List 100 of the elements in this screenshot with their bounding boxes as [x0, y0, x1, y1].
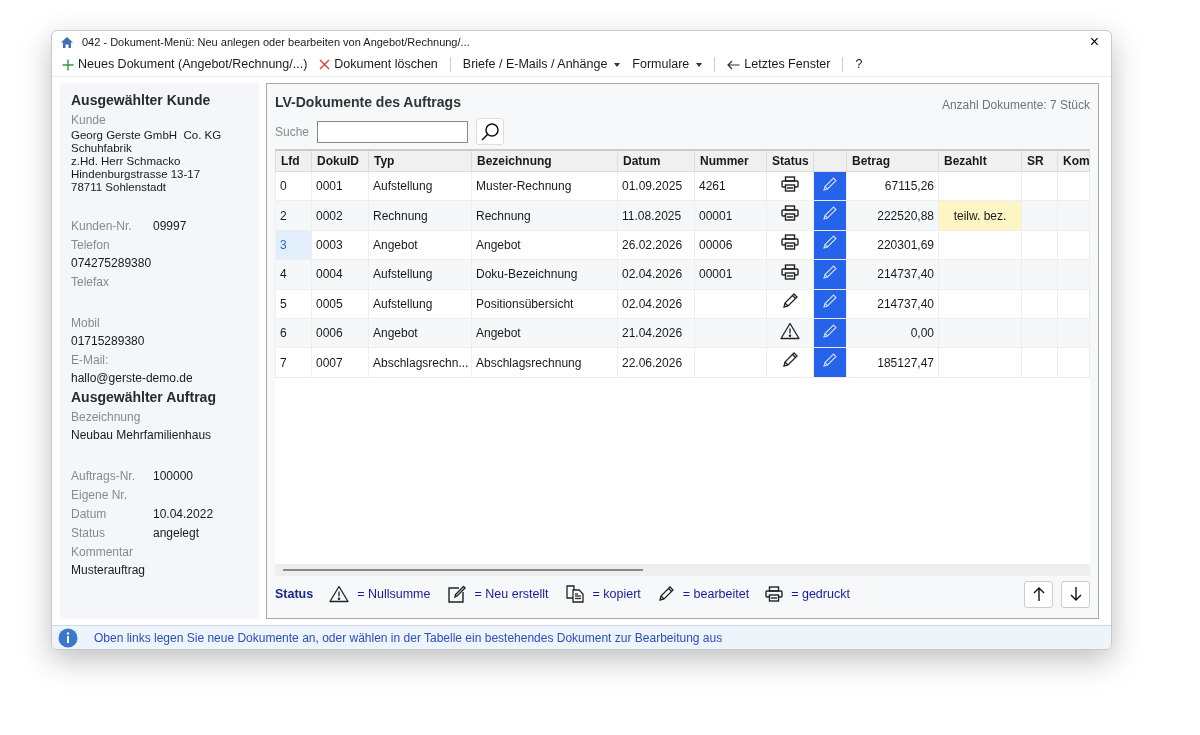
field-label: Status — [71, 525, 107, 542]
column-header: Lfd — [275, 150, 312, 172]
table-cell[interactable]: 4 — [275, 259, 312, 290]
table-cell: Aufstellung — [368, 289, 472, 319]
field-value: angelegt — [153, 525, 200, 542]
field-label: Mobil — [71, 315, 101, 332]
column-header: Bezahlt — [938, 150, 1022, 172]
table-cell: 02.04.2026 — [617, 259, 695, 290]
plus-icon — [62, 58, 74, 71]
table-cell: 0006 — [311, 318, 369, 348]
table-cell: 67115,26 — [846, 171, 939, 201]
table-cell[interactable]: 3 — [275, 230, 312, 260]
section-heading: Ausgewählter Auftrag — [71, 388, 217, 406]
toolbar-button[interactable]: Formulare — [626, 53, 709, 76]
table-cell: Doku-Bezeichnung — [471, 259, 618, 290]
toolbar-button[interactable]: Neues Dokument (Angebot/Rechnung/...) — [56, 53, 314, 76]
table-cell: 214737,40 — [846, 289, 939, 319]
column-header: Kom — [1057, 150, 1090, 172]
table-cell: Angebot — [471, 318, 618, 348]
column-header: Bezeichnung — [471, 150, 618, 172]
table-cell: 185127,47 — [846, 347, 939, 378]
printer-icon — [781, 234, 799, 251]
printer-icon — [765, 586, 784, 602]
table-cell: 02.04.2026 — [617, 289, 695, 319]
down-arrow-button[interactable] — [1061, 580, 1090, 608]
field-value: 100000 — [153, 468, 194, 485]
pencil-icon — [822, 322, 838, 339]
up-arrow-button[interactable] — [1024, 580, 1053, 608]
table-cell: 22.06.2026 — [617, 347, 695, 378]
warning-icon — [329, 585, 350, 603]
table-cell: 21.04.2026 — [617, 318, 695, 348]
pencil-icon — [822, 352, 838, 369]
table-cell: 11.08.2025 — [617, 200, 695, 231]
pencil-icon — [822, 293, 838, 310]
pencil-icon — [781, 351, 799, 370]
close-button[interactable]: × — [1085, 34, 1103, 50]
legend-label: = gedruckt — [791, 585, 850, 603]
search-field[interactable] — [317, 120, 469, 143]
table-cell: 0,00 — [846, 318, 939, 348]
status-message: Oben links legen Sie neue Dokumente an, oder wählen in der Tabelle ein bestehendes Dokument zur Bearbeitung aus — [94, 629, 723, 647]
table-cell: 0005 — [311, 289, 369, 319]
legend-label: = Nullsumme — [357, 585, 431, 603]
column-header: SR — [1021, 150, 1058, 172]
column-header: Status — [766, 150, 814, 172]
printer-icon — [781, 205, 799, 222]
new-document-icon — [446, 584, 467, 604]
legend-title: Status — [275, 585, 314, 603]
search-label: Suche — [275, 123, 310, 141]
field-value: 01715289380 — [71, 333, 146, 350]
toolbar-button[interactable]: Briefe / E-Mails / Anhänge — [456, 53, 627, 76]
field-value: hallo@gerste-demo.de — [71, 370, 194, 387]
field-label: Telefon — [71, 237, 111, 254]
field-label: Bezeichnung — [71, 409, 142, 426]
pencil-icon — [781, 292, 799, 311]
legend-label: = bearbeitet — [682, 585, 750, 603]
panel-title: LV-Dokumente des Auftrags — [275, 93, 461, 112]
table-cell[interactable]: 7 — [275, 347, 312, 378]
table-cell: Muster-Rechnung — [471, 171, 618, 201]
printer-icon — [781, 263, 799, 280]
table-cell: Abschlagsrechnung — [471, 347, 618, 378]
pencil-icon — [656, 585, 675, 603]
close-icon — [319, 59, 331, 70]
field-label: Eigene Nr. — [71, 487, 129, 504]
field-value: Musterauftrag — [71, 562, 147, 579]
caret-icon — [614, 62, 621, 67]
table-cell[interactable]: 0 — [275, 171, 312, 201]
table-cell: 220301,69 — [846, 230, 939, 260]
legend-label: = Neu erstellt — [474, 585, 549, 603]
column-header: Datum — [617, 150, 695, 172]
field-label: Kunden-Nr. — [71, 218, 133, 235]
table-cell: Angebot — [368, 318, 472, 348]
table-cell: teilw. bez. — [938, 200, 1022, 231]
table-cell: 0003 — [311, 230, 369, 260]
toolbar-button[interactable]: Letztes Fenster — [721, 53, 837, 76]
table-cell: 0001 — [311, 171, 369, 201]
field-label: Auftrags-Nr. — [71, 468, 137, 485]
table-cell: 4261 — [694, 171, 767, 201]
table-cell: 00001 — [694, 200, 767, 231]
pencil-icon — [822, 263, 838, 280]
table-cell: 0004 — [311, 259, 369, 290]
field-value: 074275289380 — [71, 255, 153, 272]
table-cell[interactable]: 2 — [275, 200, 312, 231]
table-cell: 0007 — [311, 347, 369, 378]
toolbar-button[interactable]: Dokument löschen — [313, 53, 444, 76]
toolbar-button[interactable]: ? — [849, 53, 869, 76]
column-header: Typ — [368, 150, 472, 172]
field-label: Kommentar — [71, 544, 135, 561]
warning-icon — [780, 321, 800, 340]
table-cell: Rechnung — [368, 200, 472, 231]
search-button[interactable] — [476, 118, 505, 145]
table-cell: 26.02.2026 — [617, 230, 695, 260]
table-cell: 00001 — [694, 259, 767, 290]
table-cell: 222520,88 — [846, 200, 939, 231]
table-cell: Angebot — [368, 230, 472, 260]
field-label: E-Mail: — [71, 352, 110, 369]
section-heading: Ausgewählter Kunde — [71, 91, 212, 109]
table-cell: Angebot — [471, 230, 618, 260]
horizontal-scrollbar[interactable] — [275, 564, 1090, 576]
table-cell[interactable]: 6 — [275, 318, 312, 348]
table-cell[interactable]: 5 — [275, 289, 312, 319]
